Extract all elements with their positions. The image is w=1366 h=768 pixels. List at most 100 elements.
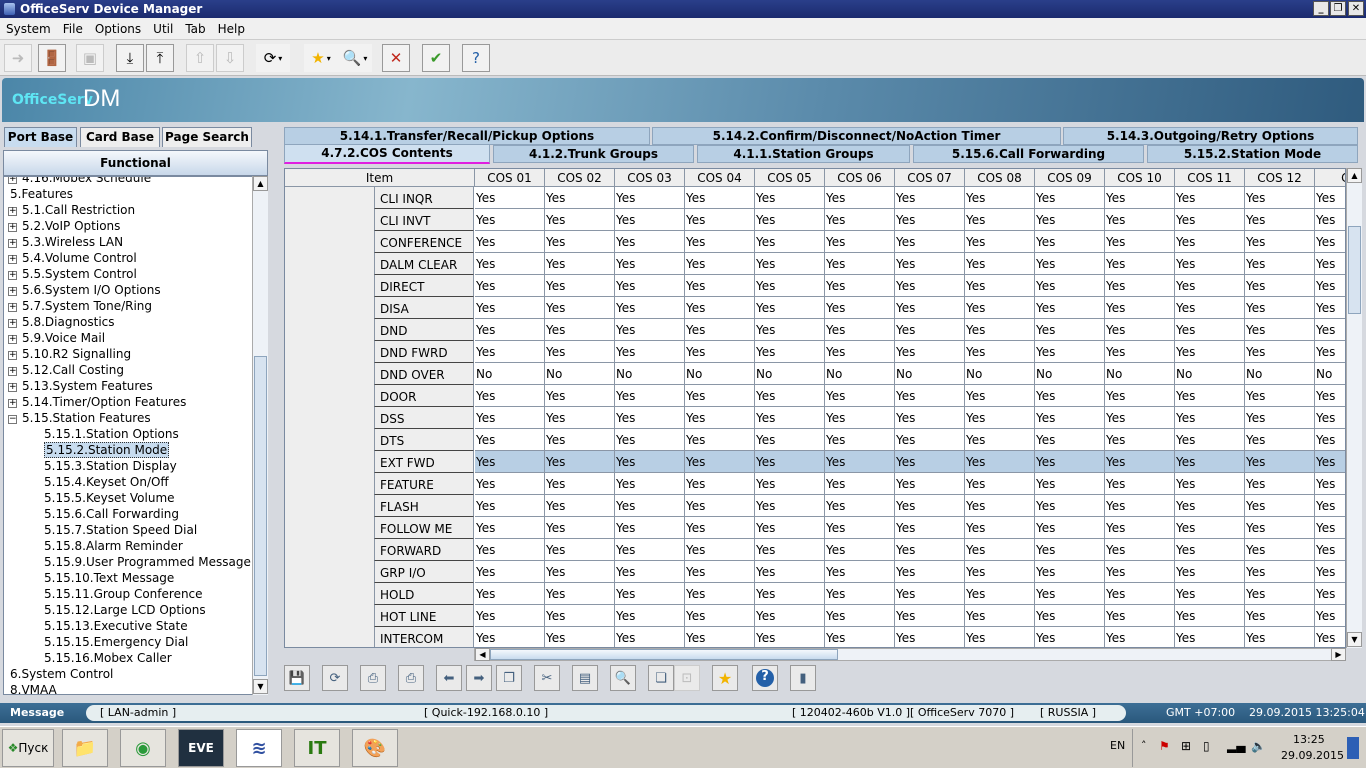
table-cell[interactable]: Yes [1035,297,1105,319]
table-cell[interactable]: Yes [475,385,545,407]
arrow-right-button[interactable]: ➡ [466,665,492,691]
show-desktop-button[interactable] [1347,737,1359,759]
table-cell[interactable]: Yes [1105,187,1175,209]
save-button[interactable]: 💾 [284,665,310,691]
logout-door-button[interactable]: 🚪 [38,44,66,72]
taskbar-app-chrome[interactable]: ◉ [120,729,166,767]
table-cell[interactable]: No [755,363,825,385]
table-cell[interactable]: Yes [615,275,685,297]
tree-item[interactable]: 8.VMAA [10,682,57,694]
row-item-label[interactable]: DALM CLEAR [374,253,474,275]
table-cell[interactable]: Yes [685,187,755,209]
table-cell[interactable]: Yes [615,319,685,341]
table-cell[interactable]: Yes [1175,561,1245,583]
table-cell[interactable]: Yes [1175,451,1245,473]
column-header[interactable]: COS 04 [685,169,755,187]
row-item-label[interactable]: FOLLOW ME [374,517,474,539]
row-item-label[interactable]: DIRECT [374,275,474,297]
favorite-star-button[interactable]: ★ [712,665,738,691]
row-item-label[interactable]: INTERCOM [374,627,474,647]
table-cell[interactable]: Yes [1175,209,1245,231]
arrow-left-button[interactable]: ⬅ [436,665,462,691]
menu-options[interactable]: Options [89,18,147,40]
table-cell[interactable]: No [1245,363,1315,385]
table-cell[interactable]: Yes [475,253,545,275]
tree-item[interactable]: 5.15.2.Station Mode [44,442,170,458]
table-cell[interactable]: Yes [965,627,1035,647]
volume-icon[interactable]: 🔈 [1251,739,1266,753]
table-cell[interactable]: Yes [1035,473,1105,495]
table-cell[interactable]: Yes [1105,385,1175,407]
table-cell[interactable]: Yes [825,407,895,429]
table-cell[interactable]: Yes [825,275,895,297]
table-cell[interactable]: Yes [1245,187,1315,209]
copy-button[interactable]: ❐ [496,665,522,691]
table-cell[interactable]: Yes [965,605,1035,627]
table-cell[interactable]: Yes [615,209,685,231]
table-cell[interactable]: Yes [475,319,545,341]
table-cell[interactable]: Yes [545,605,615,627]
table-cell[interactable]: Yes [755,473,825,495]
table-cell[interactable]: Yes [545,253,615,275]
cut-button[interactable]: ✂ [534,665,560,691]
column-header[interactable]: COS 01 [475,169,545,187]
table-cell[interactable]: Yes [1315,473,1345,495]
tree-item[interactable]: +5.2.VoIP Options [8,218,120,234]
table-cell[interactable]: Yes [895,495,965,517]
table-cell[interactable]: Yes [475,517,545,539]
table-cell[interactable]: Yes [685,319,755,341]
table-cell[interactable]: Yes [1105,605,1175,627]
tab-call-forwarding[interactable]: 5.15.6.Call Forwarding [913,145,1144,163]
table-cell[interactable]: Yes [1175,297,1245,319]
table-cell[interactable]: Yes [895,473,965,495]
refresh-folder-button[interactable]: ⟳ ▾ [256,44,290,72]
row-item-label[interactable]: HOLD [374,583,474,605]
column-header[interactable]: COS 03 [615,169,685,187]
table-cell[interactable]: Yes [1315,187,1345,209]
tree-item[interactable]: 5.15.15.Emergency Dial [44,634,188,650]
minimize-button[interactable]: _ [1313,1,1329,16]
table-cell[interactable]: Yes [755,495,825,517]
table-cell[interactable]: Yes [895,231,965,253]
table-cell[interactable]: Yes [1105,473,1175,495]
table-cell[interactable]: Yes [965,275,1035,297]
table-cell[interactable]: Yes [545,517,615,539]
scroll-up-icon[interactable]: ▲ [253,176,268,191]
table-cell[interactable]: Yes [545,385,615,407]
table-cell[interactable]: Yes [755,297,825,319]
tab-card-base[interactable]: Card Base [80,127,160,147]
table-cell[interactable]: Yes [1245,385,1315,407]
functional-header[interactable]: Functional [3,150,268,176]
table-cell[interactable]: Yes [685,605,755,627]
upload-button[interactable]: ⤒ [146,44,174,72]
table-cell[interactable]: Yes [1245,319,1315,341]
expand-icon[interactable]: + [8,239,17,248]
table-cell[interactable]: Yes [825,385,895,407]
expand-icon[interactable]: + [8,335,17,344]
column-header[interactable]: COS 12 [1245,169,1315,187]
tray-date[interactable]: 29.09.2015 [1281,749,1344,762]
table-cell[interactable]: Yes [825,297,895,319]
table-cell[interactable]: Yes [895,451,965,473]
tab-station-groups[interactable]: 4.1.1.Station Groups [697,145,910,163]
table-vertical-scrollbar[interactable]: ▲ ▼ [1346,168,1362,648]
table-cell[interactable]: Yes [685,407,755,429]
tree-scrollbar[interactable]: ▲ ▼ [252,176,268,695]
expand-icon[interactable]: + [8,255,17,264]
row-item-label[interactable]: CLI INVT [374,209,474,231]
cancel-button[interactable]: ✕ [382,44,410,72]
table-cell[interactable]: Yes [1035,583,1105,605]
table-cell[interactable]: Yes [1105,253,1175,275]
table-cell[interactable]: Yes [475,605,545,627]
row-item-label[interactable]: HOT LINE [374,605,474,627]
tree-item[interactable]: +5.4.Volume Control [8,250,137,266]
table-cell[interactable]: Yes [615,473,685,495]
paste-button[interactable]: ▤ [572,665,598,691]
tree-item[interactable]: +5.14.Timer/Option Features [8,394,186,410]
table-cell[interactable]: Yes [1245,407,1315,429]
action-center-icon[interactable]: ⚑ [1159,739,1170,753]
tray-up-button[interactable]: ⇧ [186,44,214,72]
table-cell[interactable]: Yes [965,539,1035,561]
table-cell[interactable]: Yes [475,539,545,561]
table-cell[interactable]: Yes [545,473,615,495]
